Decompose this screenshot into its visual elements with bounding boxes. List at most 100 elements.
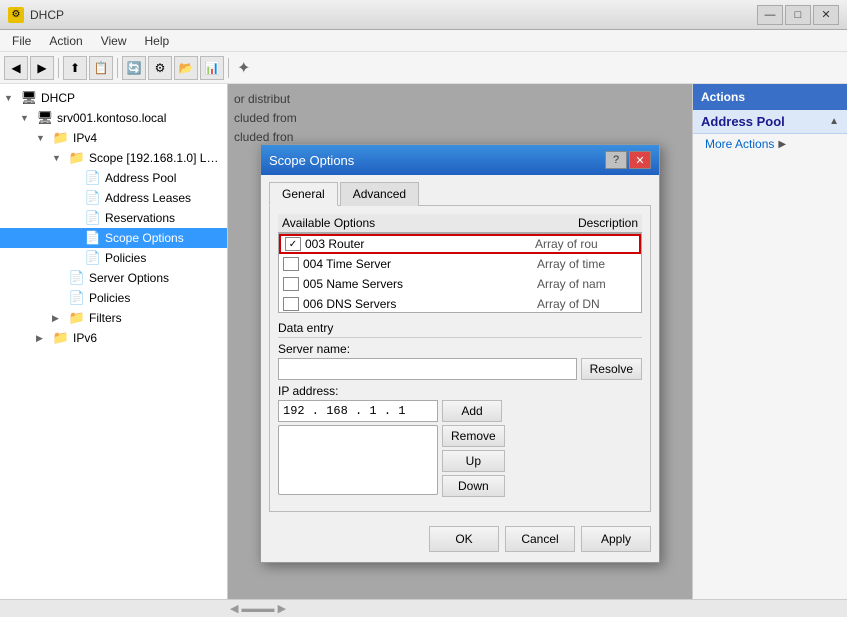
tab-general[interactable]: General	[269, 182, 338, 206]
menu-file[interactable]: File	[4, 32, 39, 50]
close-button[interactable]: ✕	[813, 5, 839, 25]
tree-label: Scope [192.168.1.0] LAN	[89, 151, 223, 165]
data-entry-label: Data entry	[278, 319, 642, 338]
minimize-button[interactable]: —	[757, 5, 783, 25]
option-name-006: 006 DNS Servers	[303, 297, 537, 311]
expand-icon: ▶	[36, 333, 52, 344]
option-row-004[interactable]: 004 Time Server Array of time	[279, 254, 641, 274]
dhcp-icon: 🖥	[20, 90, 38, 106]
tree-item-server-options[interactable]: 📄 Server Options	[0, 268, 227, 288]
tree-item-policies[interactable]: 📄 Policies	[0, 248, 227, 268]
server-name-label: Server name:	[278, 342, 642, 356]
option-desc-004: Array of time	[537, 257, 637, 271]
toolbar: ◀ ▶ ⬆ 📋 🔄 ⚙ 📂 📊 ✦	[0, 52, 847, 84]
server-name-row: Resolve	[278, 358, 642, 380]
toolbar-up[interactable]: ⬆	[63, 56, 87, 80]
dialog-controls: ? ✕	[605, 151, 651, 169]
tree-label: Address Leases	[105, 191, 191, 205]
toolbar-btn6[interactable]: 📊	[200, 56, 224, 80]
option-row-005[interactable]: 005 Name Servers Array of nam	[279, 274, 641, 294]
right-section-title-text: Address Pool	[701, 114, 785, 129]
toolbar-btn4[interactable]: ⚙	[148, 56, 172, 80]
col-description: Description	[538, 216, 638, 230]
tree-item-ipv6[interactable]: ▶ 📁 IPv6	[0, 328, 227, 348]
right-arrow-icon: ▶	[778, 139, 786, 150]
toolbar-back[interactable]: ◀	[4, 56, 28, 80]
tree-label: Address Pool	[105, 171, 176, 185]
option-desc-005: Array of nam	[537, 277, 637, 291]
dialog-body: Available Options Description ✓ 003 Rout…	[269, 205, 651, 512]
tree-item-scope[interactable]: ▼ 📁 Scope [192.168.1.0] LAN	[0, 148, 227, 168]
tab-advanced[interactable]: Advanced	[340, 182, 419, 206]
up-button[interactable]: Up	[442, 450, 505, 472]
ip-address-input[interactable]	[278, 400, 438, 422]
btn-col: Remove Up Down	[442, 425, 505, 497]
tree-item-reservations[interactable]: 📄 Reservations	[0, 208, 227, 228]
tree-label: IPv6	[73, 331, 97, 345]
window-title: DHCP	[30, 8, 64, 22]
server-opts-icon: 📄	[68, 270, 86, 286]
expand-icon: ▼	[52, 153, 68, 163]
tree-item-address-pool[interactable]: 📄 Address Pool	[0, 168, 227, 188]
toolbar-btn5[interactable]: 📂	[174, 56, 198, 80]
tree-item-filters[interactable]: ▶ 📁 Filters	[0, 308, 227, 328]
title-bar-left: ⚙ DHCP	[8, 7, 64, 23]
arrow-up-icon: ▲	[829, 116, 839, 127]
tree-label: Server Options	[89, 271, 169, 285]
expand-icon: ▼	[36, 133, 52, 143]
toolbar-btn2[interactable]: 📋	[89, 56, 113, 80]
toolbar-sep1	[58, 58, 59, 78]
menu-view[interactable]: View	[93, 32, 135, 50]
more-actions[interactable]: More Actions ▶	[693, 134, 847, 154]
expand-icon: ▶	[52, 313, 68, 324]
toolbar-btn3[interactable]: 🔄	[122, 56, 146, 80]
ok-button[interactable]: OK	[429, 526, 499, 552]
menu-help[interactable]: Help	[137, 32, 178, 50]
server-icon: 🖥	[36, 110, 54, 126]
tree-item-server[interactable]: ▼ 🖥 srv001.kontoso.local	[0, 108, 227, 128]
option-check-004[interactable]	[283, 257, 299, 271]
option-row-006[interactable]: 006 DNS Servers Array of DN	[279, 294, 641, 313]
down-button[interactable]: Down	[442, 475, 505, 497]
title-bar: ⚙ DHCP — □ ✕	[0, 0, 847, 30]
dialog-close-button[interactable]: ✕	[629, 151, 651, 169]
dialog-tabs: General Advanced	[261, 175, 659, 205]
menu-action[interactable]: Action	[41, 32, 90, 50]
cancel-button[interactable]: Cancel	[505, 526, 575, 552]
option-check-006[interactable]	[283, 297, 299, 311]
tree-label: Scope Options	[105, 231, 184, 245]
resolve-button[interactable]: Resolve	[581, 358, 642, 380]
toolbar-star: ✦	[233, 58, 254, 78]
policies-icon: 📄	[84, 250, 102, 266]
ip-list-box[interactable]	[278, 425, 438, 495]
tree-item-dhcp[interactable]: ▼ 🖥 DHCP	[0, 88, 227, 108]
tree-item-ipv4[interactable]: ▼ 📁 IPv4	[0, 128, 227, 148]
tree-label: Policies	[105, 251, 146, 265]
options-scroll[interactable]: ✓ 003 Router Array of rou 004 Time Serve…	[278, 233, 642, 313]
tree-label: Reservations	[105, 211, 175, 225]
scope-icon: 📁	[68, 150, 86, 166]
add-button[interactable]: Add	[442, 400, 502, 422]
maximize-button[interactable]: □	[785, 5, 811, 25]
option-desc-006: Array of DN	[537, 297, 637, 311]
server-name-input[interactable]	[278, 358, 577, 380]
modal-overlay: Scope Options ? ✕ General Advanced Avail…	[228, 84, 692, 599]
dialog-title: Scope Options	[269, 153, 354, 168]
tree-item-address-leases[interactable]: 📄 Address Leases	[0, 188, 227, 208]
reservations-icon: 📄	[84, 210, 102, 226]
option-desc-003: Array of rou	[535, 237, 635, 251]
expand-icon: ▼	[20, 113, 36, 123]
option-row-003[interactable]: ✓ 003 Router Array of rou	[279, 234, 641, 254]
remove-button[interactable]: Remove	[442, 425, 505, 447]
tree-item-scope-options[interactable]: 📄 Scope Options	[0, 228, 227, 248]
apply-button[interactable]: Apply	[581, 526, 651, 552]
tree-item-policies2[interactable]: 📄 Policies	[0, 288, 227, 308]
dialog-help-button[interactable]: ?	[605, 151, 627, 169]
right-section-address-pool: Address Pool ▲	[693, 110, 847, 134]
option-check-005[interactable]	[283, 277, 299, 291]
expand-icon: ▼	[4, 93, 20, 103]
option-check-003[interactable]: ✓	[285, 237, 301, 251]
policies2-icon: 📄	[68, 290, 86, 306]
toolbar-forward[interactable]: ▶	[30, 56, 54, 80]
dialog-titlebar: Scope Options ? ✕	[261, 145, 659, 175]
